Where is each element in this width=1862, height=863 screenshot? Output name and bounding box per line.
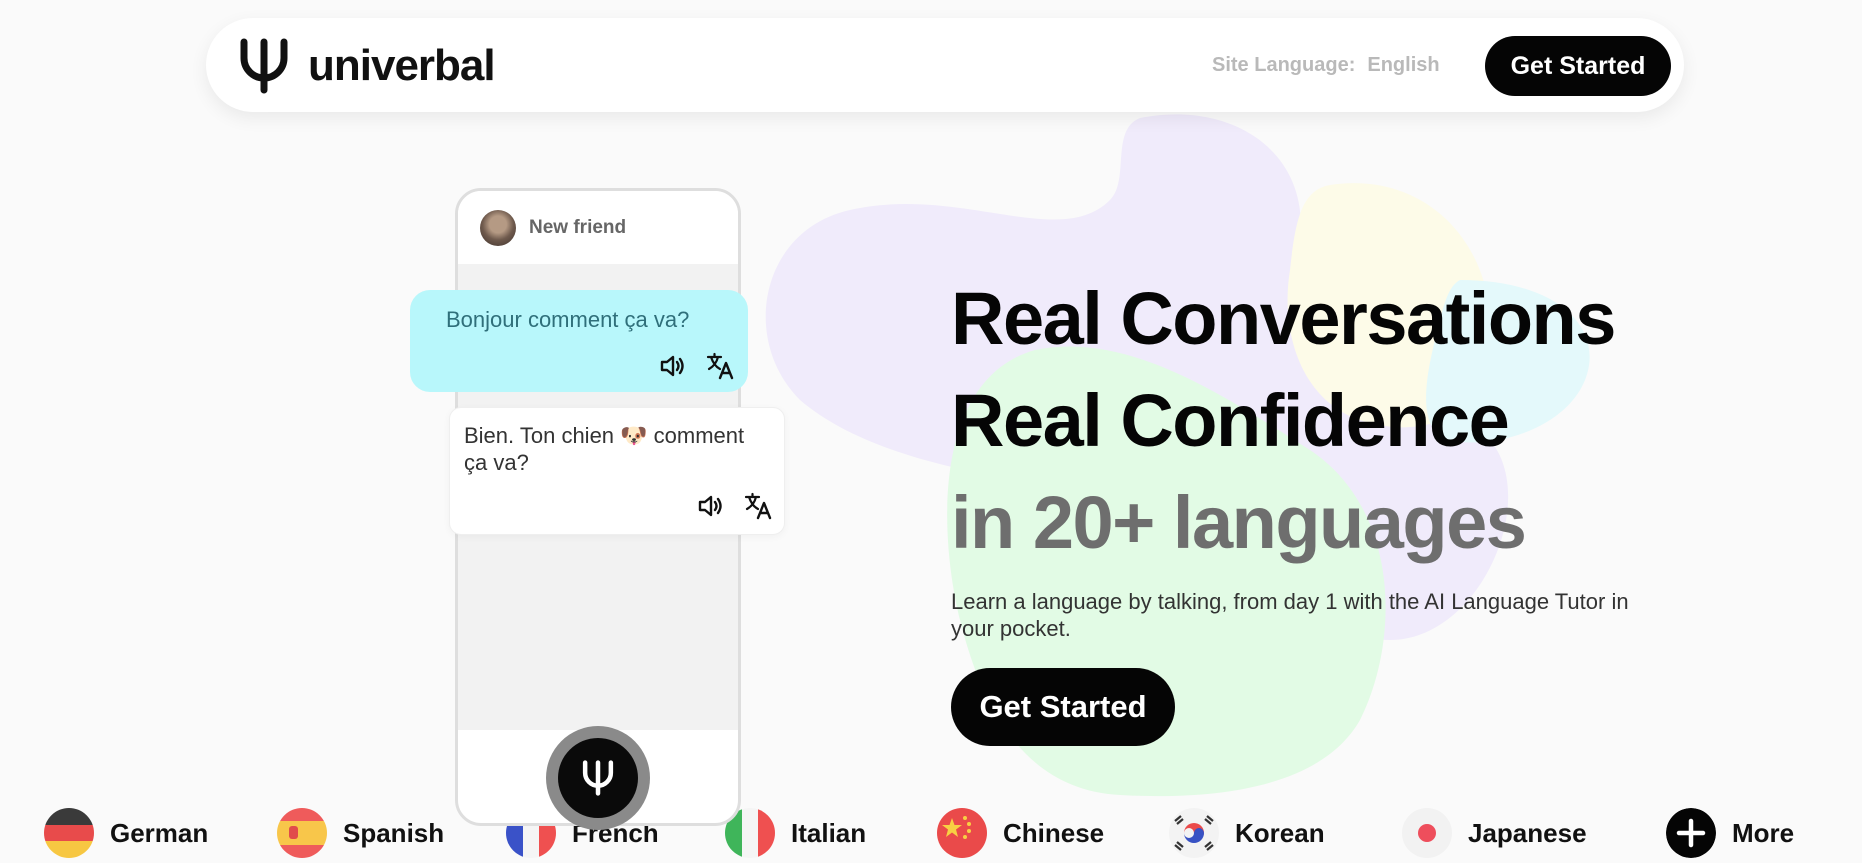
site-language-selector[interactable]: Site Language: English — [1212, 54, 1440, 77]
language-label: Chinese — [1003, 817, 1105, 848]
site-language-value[interactable]: English — [1367, 54, 1439, 77]
speaker-icon[interactable] — [658, 352, 686, 380]
translate-icon[interactable] — [706, 352, 734, 380]
hero-line-2: Real Confidence — [951, 379, 1510, 462]
language-label: Italian — [791, 817, 867, 848]
chat-header: New friend — [458, 191, 738, 264]
language-label: Japanese — [1468, 817, 1587, 848]
germany-flag-icon — [44, 808, 94, 858]
language-italian[interactable]: Italian — [725, 807, 866, 859]
microphone-button[interactable] — [546, 726, 650, 830]
language-german[interactable]: German — [44, 807, 208, 859]
language-label: Spanish — [343, 817, 445, 848]
language-chinese[interactable]: Chinese — [937, 807, 1104, 859]
korea-flag-icon — [1169, 808, 1219, 858]
message-tools — [696, 492, 772, 520]
outgoing-message-bubble: Bien. Ton chien 🐶 comment ça va? — [449, 407, 785, 535]
language-label: German — [110, 817, 209, 848]
incoming-message-text: Bonjour comment ça va? — [446, 307, 690, 332]
hero-heading: Real Conversations Real Confidence in 20… — [951, 268, 1616, 574]
china-flag-icon — [937, 808, 987, 858]
language-label: Korean — [1235, 817, 1325, 848]
translate-icon[interactable] — [744, 492, 772, 520]
univerbal-logo-icon — [240, 38, 288, 94]
plus-icon — [1666, 808, 1716, 858]
spain-flag-icon — [277, 808, 327, 858]
get-started-nav-button[interactable]: Get Started — [1485, 36, 1671, 96]
avatar — [480, 209, 516, 246]
language-more[interactable]: More — [1666, 807, 1794, 859]
contact-name: New friend — [529, 216, 627, 238]
language-korean[interactable]: Korean — [1169, 807, 1325, 859]
language-label: More — [1732, 817, 1795, 848]
brand-name: univerbal — [308, 41, 496, 90]
language-japanese[interactable]: Japanese — [1402, 807, 1587, 859]
speaker-icon[interactable] — [696, 492, 724, 520]
hero-line-3: in 20+ languages — [951, 481, 1527, 564]
incoming-message-bubble: Bonjour comment ça va? — [410, 290, 748, 392]
microphone-icon — [582, 760, 614, 796]
language-spanish[interactable]: Spanish — [277, 807, 444, 859]
site-language-label: Site Language: — [1212, 54, 1356, 76]
get-started-hero-button[interactable]: Get Started — [951, 668, 1175, 746]
message-tools — [658, 352, 734, 380]
brand-logo[interactable]: univerbal — [236, 38, 496, 94]
hero-line-1: Real Conversations — [951, 277, 1616, 360]
microphone-button-inner — [558, 738, 638, 818]
hero-subtitle: Learn a language by talking, from day 1 … — [951, 589, 1629, 641]
top-navbar: univerbal Site Language: English Get Sta… — [206, 18, 1684, 112]
japan-flag-icon — [1402, 808, 1452, 858]
outgoing-message-text: Bien. Ton chien 🐶 comment ça va? — [464, 423, 745, 475]
